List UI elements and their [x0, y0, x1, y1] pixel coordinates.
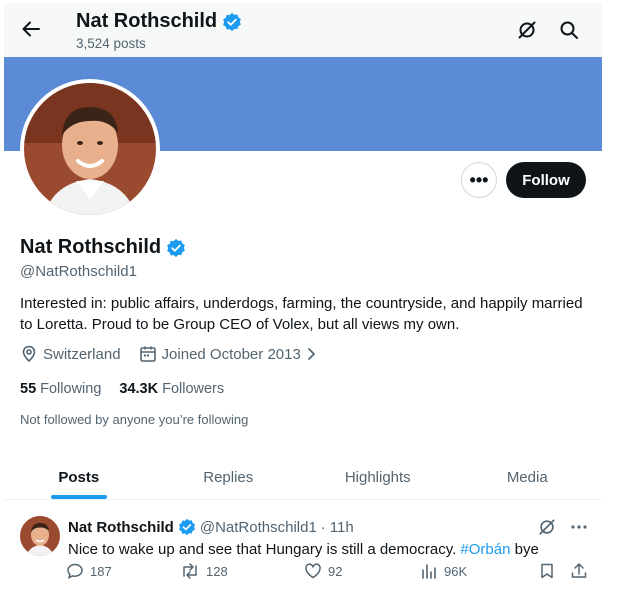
following-label: Following: [40, 381, 102, 397]
tab-highlights-label: Highlights: [344, 468, 411, 486]
tweet-text: Nice to wake up and see that Hungary is …: [68, 541, 539, 558]
tweet-timestamp[interactable]: 11h: [330, 519, 354, 536]
search-button[interactable]: [556, 17, 582, 43]
following-link[interactable]: 55 Following: [20, 381, 101, 397]
bookmark-button[interactable]: [538, 562, 556, 580]
profile-page: Nat Rothschild 3,524 posts ••• Follow Na…: [4, 3, 602, 601]
followers-link[interactable]: 34.3K Followers: [119, 381, 224, 397]
back-button[interactable]: [18, 16, 44, 42]
tab-media[interactable]: Media: [453, 455, 603, 499]
header-name: Nat Rothschild: [76, 10, 218, 32]
tweet-text-end: bye: [510, 541, 539, 558]
active-tab-indicator: [50, 495, 107, 499]
profile-meta: Switzerland Joined October 2013: [20, 345, 336, 363]
location-text: Switzerland: [43, 345, 121, 363]
views-count: 96K: [444, 563, 468, 579]
like-count: 92: [328, 563, 343, 579]
join-date-text: Joined October 2013: [161, 345, 301, 363]
tab-replies-label: Replies: [203, 468, 254, 486]
share-icon: [571, 563, 587, 578]
tab-replies[interactable]: Replies: [154, 455, 304, 499]
reply-icon: [67, 563, 83, 579]
tweet[interactable]: Nat Rothschild @NatRothschild1 · 11h Nic…: [4, 506, 602, 601]
verified-badge-icon: [223, 12, 241, 31]
tweet-top-icons: [538, 518, 588, 536]
following-count: 55: [20, 381, 37, 397]
separator-dot: ·: [320, 518, 326, 536]
profile-name-row: Nat Rothschild: [20, 236, 186, 259]
chevron-right-icon: [307, 348, 315, 360]
grok-icon[interactable]: [538, 518, 556, 536]
hashtag-link[interactable]: #Orbán: [460, 541, 510, 558]
followers-label: Followers: [162, 381, 225, 397]
verified-badge-icon[interactable]: [166, 238, 186, 258]
repost-count: 128: [206, 563, 228, 579]
views-button[interactable]: 96K: [420, 562, 467, 580]
tweet-avatar[interactable]: [20, 516, 60, 556]
followers-count: 34.3K: [119, 381, 159, 397]
tab-posts[interactable]: Posts: [4, 455, 154, 499]
repost-icon: [183, 563, 197, 579]
grok-icon: [518, 21, 536, 39]
top-bar: Nat Rothschild 3,524 posts: [4, 3, 602, 57]
location: Switzerland: [20, 345, 121, 363]
profile-name: Nat Rothschild: [20, 236, 162, 258]
share-button[interactable]: [570, 562, 588, 580]
heart-icon: [305, 563, 321, 579]
back-arrow-icon: [22, 21, 40, 37]
repost-button[interactable]: 128: [180, 562, 228, 580]
tweet-header: Nat Rothschild @NatRothschild1 · 11h: [68, 518, 354, 536]
search-icon: [560, 21, 578, 39]
like-button[interactable]: 92: [304, 562, 342, 580]
profile-handle: @NatRothschild1: [20, 263, 137, 280]
more-icon[interactable]: [570, 518, 588, 536]
profile-avatar[interactable]: [20, 79, 160, 219]
not-followed-note: Not followed by anyone you’re following: [20, 412, 249, 427]
reply-button[interactable]: 187: [66, 562, 112, 580]
header-title: Nat Rothschild: [76, 10, 242, 33]
tab-media-label: Media: [506, 468, 548, 486]
tweet-author-handle[interactable]: @NatRothschild1: [200, 519, 317, 536]
verified-badge-icon: [178, 518, 195, 536]
profile-tabs: Posts Replies Highlights Media: [4, 455, 602, 500]
avatar-photo: [24, 83, 156, 215]
location-pin-icon: [22, 345, 36, 363]
reply-count: 187: [90, 563, 112, 579]
tweet-author-name[interactable]: Nat Rothschild: [68, 519, 174, 536]
views-chart-icon: [422, 564, 436, 579]
posts-count: 3,524 posts: [76, 36, 146, 51]
tweet-text-main: Nice to wake up and see that Hungary is …: [68, 541, 461, 558]
follow-button[interactable]: Follow: [506, 162, 586, 198]
calendar-icon: [139, 346, 156, 362]
bookmark-icon: [541, 563, 553, 579]
tab-posts-label: Posts: [58, 468, 100, 486]
profile-bio: Interested in: public affairs, underdogs…: [20, 295, 583, 333]
follow-counts: 55 Following 34.3K Followers: [20, 381, 224, 397]
grok-button[interactable]: [514, 17, 540, 43]
tab-highlights[interactable]: Highlights: [303, 455, 453, 499]
join-date[interactable]: Joined October 2013: [139, 345, 318, 363]
more-options-button[interactable]: •••: [461, 162, 497, 198]
